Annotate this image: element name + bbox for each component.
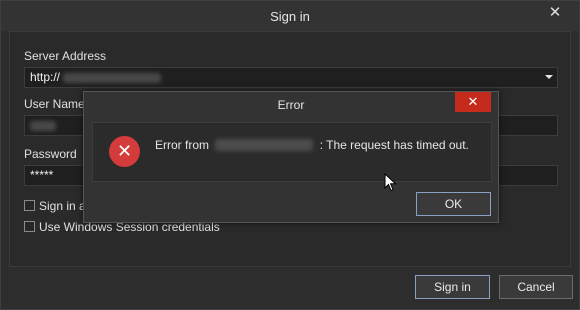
chevron-down-icon[interactable] xyxy=(545,75,553,79)
mouse-pointer-icon xyxy=(384,173,397,192)
sign-in-as-checkbox[interactable] xyxy=(24,200,35,211)
error-x-icon: ✕ xyxy=(109,136,140,167)
windows-session-checkbox[interactable] xyxy=(24,221,35,232)
error-message-prefix: Error from xyxy=(155,138,209,152)
error-message: Error from : The request has timed out. xyxy=(155,138,469,152)
password-value: ***** xyxy=(30,168,54,182)
password-label: Password xyxy=(24,147,77,161)
cancel-button[interactable]: Cancel xyxy=(499,275,573,299)
server-address-label: Server Address xyxy=(24,49,107,63)
redacted-host xyxy=(215,139,314,151)
close-icon[interactable]: ✕ xyxy=(455,92,491,112)
sign-in-button[interactable]: Sign in xyxy=(415,275,490,299)
error-message-suffix: : The request has timed out. xyxy=(319,138,469,152)
title-bar: Sign in ✕ xyxy=(1,1,579,31)
error-dialog: Error ✕ ✕ Error from : The request has t… xyxy=(83,91,499,223)
error-message-panel: ✕ Error from : The request has timed out… xyxy=(92,122,492,182)
user-name-label: User Name xyxy=(24,97,85,111)
sign-in-as-label: Sign in a xyxy=(39,199,86,213)
sign-in-window: Sign in ✕ Server Address http:// User Na… xyxy=(0,0,580,310)
window-title: Sign in xyxy=(270,9,310,24)
ok-button[interactable]: OK xyxy=(416,192,491,216)
server-address-dropdown[interactable]: http:// xyxy=(24,67,558,88)
redacted-user xyxy=(30,120,56,131)
error-dialog-title: Error xyxy=(277,98,305,112)
close-icon[interactable]: ✕ xyxy=(545,3,565,23)
redacted-server xyxy=(63,72,162,83)
server-address-value: http:// xyxy=(30,70,61,84)
